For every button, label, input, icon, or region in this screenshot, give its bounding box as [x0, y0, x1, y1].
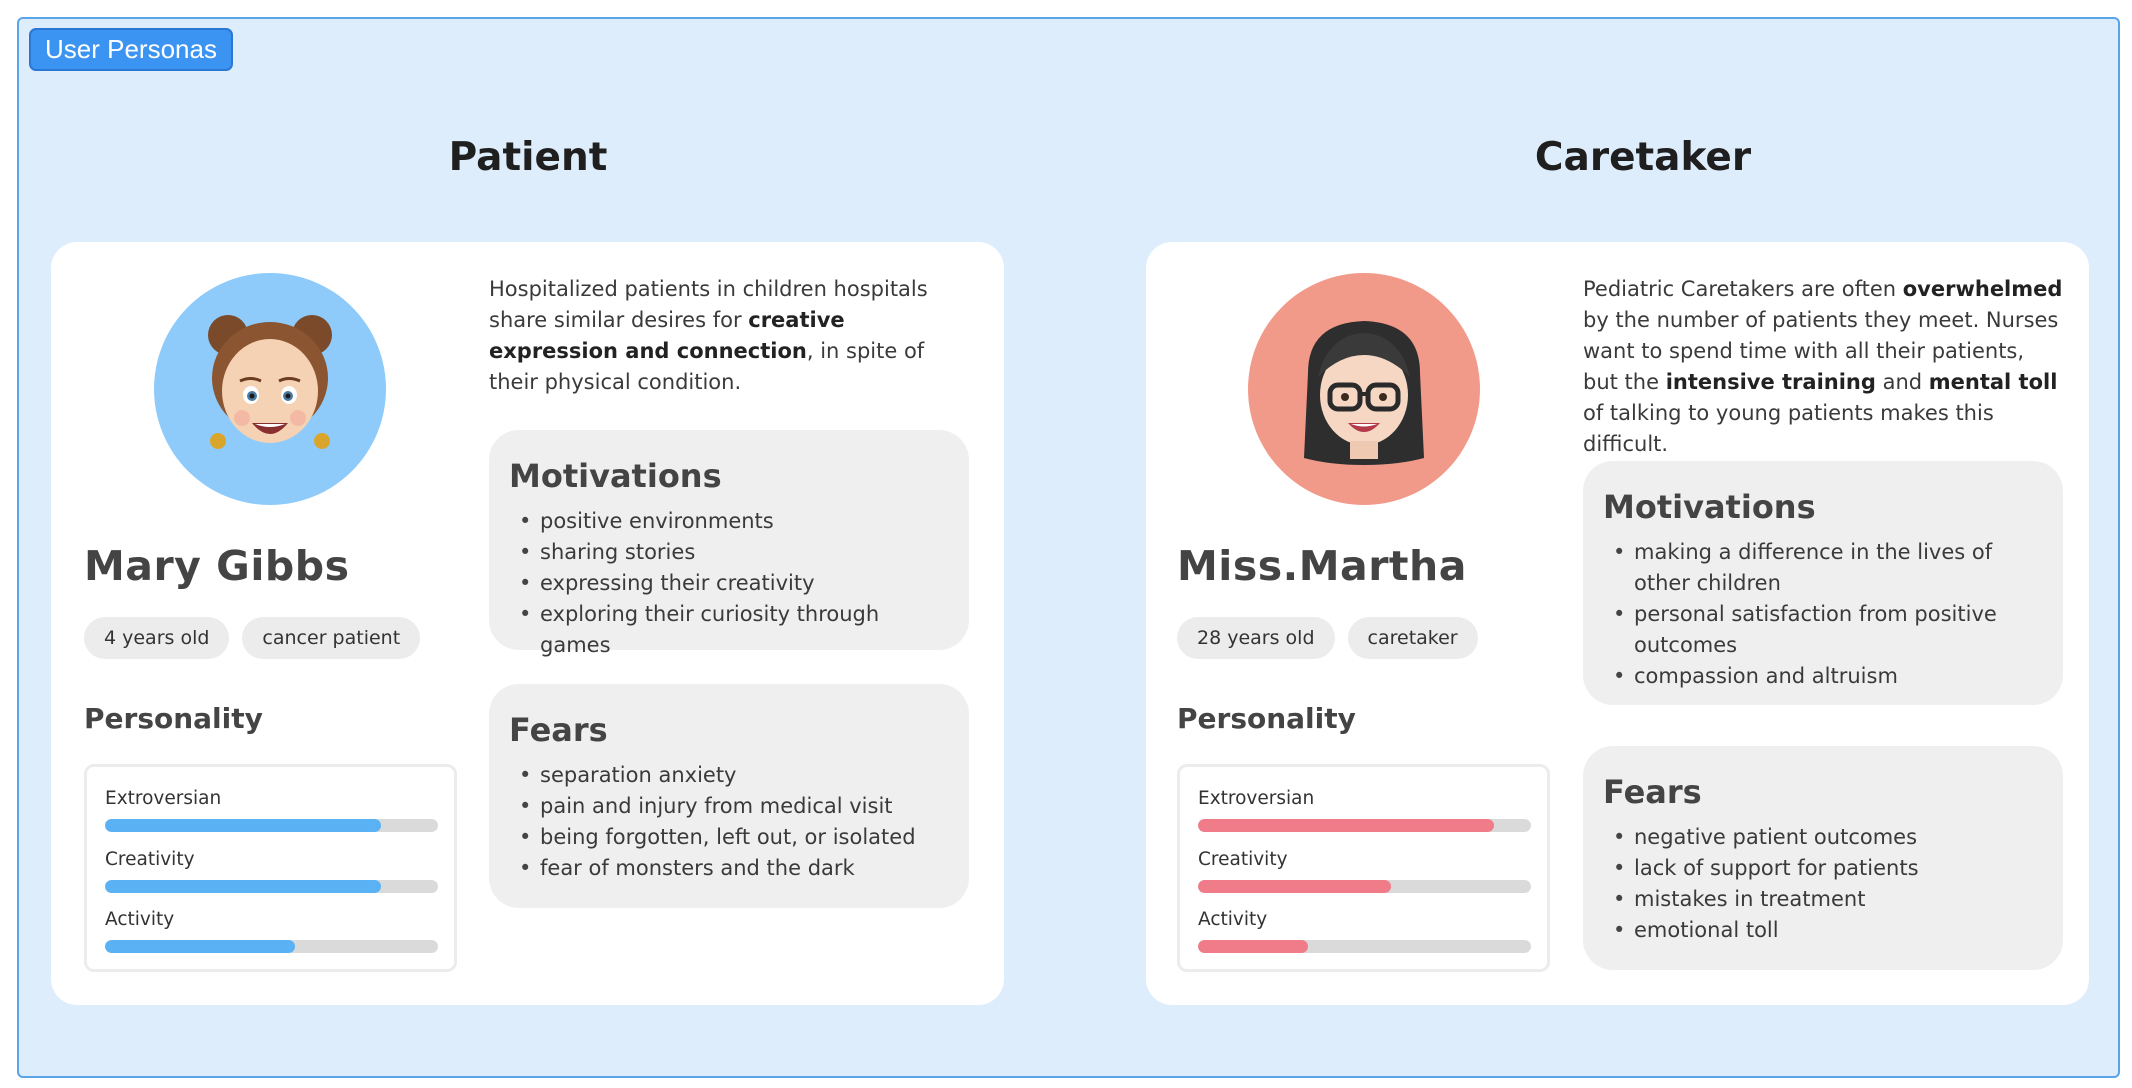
caretaker-name: Miss.Martha	[1177, 542, 1467, 590]
trait-bar-fill	[105, 940, 295, 953]
patient-role-chip: cancer patient	[242, 617, 421, 659]
trait-bar-track	[1198, 940, 1531, 953]
patient-personality-traits: Extroversian Creativity Activity	[84, 764, 457, 972]
girl-memoji-icon	[208, 315, 332, 449]
caretaker-avatar	[1248, 273, 1480, 505]
woman-with-glasses-memoji-icon	[1304, 321, 1424, 465]
description-emphasis: overwhelmed	[1902, 277, 2063, 301]
caretaker-motivations-panel: Motivations making a difference in the l…	[1583, 461, 2063, 705]
motivation-item: positive environments	[509, 506, 949, 537]
trait-bar-fill	[1198, 940, 1308, 953]
description-text: of talking to young patients makes this …	[1583, 401, 1994, 456]
trait-bar-track	[105, 879, 438, 893]
patient-avatar	[154, 273, 386, 505]
fear-item: fear of monsters and the dark	[509, 853, 949, 884]
fear-item: being forgotten, left out, or isolated	[509, 822, 949, 853]
motivation-item: exploring their curiosity through games	[509, 599, 949, 661]
motivations-title: Motivations	[1603, 488, 1816, 526]
motivations-title: Motivations	[509, 457, 722, 495]
patient-personality-heading: Personality	[84, 702, 263, 735]
patient-age-chip: 4 years old	[84, 617, 230, 659]
trait-label: Extroversian	[1198, 788, 1315, 809]
trait-row: Activity	[105, 906, 438, 967]
motivation-item: expressing their creativity	[509, 568, 949, 599]
trait-row: Extroversian	[105, 785, 438, 846]
fears-title: Fears	[509, 711, 608, 749]
trait-bar-fill	[1198, 819, 1495, 832]
description-text: Pediatric Caretakers are often	[1583, 277, 1903, 301]
trait-label: Creativity	[105, 848, 195, 870]
motivation-item: compassion and altruism	[1603, 661, 2043, 692]
trait-bar-track	[1198, 819, 1531, 832]
frame-label[interactable]: User Personas	[29, 28, 233, 71]
trait-row: Creativity	[1198, 846, 1531, 907]
caretaker-age-chip: 28 years old	[1177, 617, 1335, 659]
fear-item: mistakes in treatment	[1603, 884, 2043, 915]
motivation-item: making a difference in the lives of othe…	[1603, 537, 2043, 599]
patient-name: Mary Gibbs	[84, 542, 350, 590]
trait-bar-fill	[105, 819, 382, 832]
caretaker-fears-list: negative patient outcomeslack of support…	[1603, 822, 2043, 946]
trait-label: Creativity	[1198, 848, 1288, 870]
trait-bar-track	[1198, 879, 1531, 893]
motivation-item: sharing stories	[509, 537, 949, 568]
caretaker-section-title: Caretaker	[1534, 135, 1752, 180]
trait-bar-fill	[1198, 879, 1392, 893]
caretaker-chips: 28 years old caretaker	[1177, 617, 1478, 659]
patient-section-title: Patient	[448, 135, 608, 180]
caretaker-role-chip: caretaker	[1347, 617, 1478, 659]
caretaker-card: Miss.Martha 28 years old caretaker Perso…	[1146, 242, 2089, 1005]
caretaker-personality-traits: Extroversian Creativity Activity	[1177, 764, 1550, 972]
description-text: and	[1875, 370, 1929, 394]
fear-item: separation anxiety	[509, 760, 949, 791]
trait-row: Creativity	[105, 846, 438, 907]
caretaker-fears-panel: Fears negative patient outcomeslack of s…	[1583, 746, 2063, 970]
patient-motivations-list: positive environmentssharing storiesexpr…	[509, 506, 949, 661]
patient-description: Hospitalized patients in children hospit…	[489, 274, 969, 398]
trait-label: Extroversian	[105, 788, 222, 809]
motivation-item: personal satisfaction from positive outc…	[1603, 599, 2043, 661]
description-text: Hospitalized patients in children hospit…	[489, 277, 928, 332]
patient-motivations-panel: Motivations positive environmentssharing…	[489, 430, 969, 657]
patient-fears-list: separation anxietypain and injury from m…	[509, 760, 949, 884]
trait-bar-track	[105, 940, 438, 953]
trait-row: Activity	[1198, 906, 1531, 967]
fear-item: pain and injury from medical visit	[509, 791, 949, 822]
trait-label: Activity	[1198, 909, 1268, 930]
fear-item: lack of support for patients	[1603, 853, 2043, 884]
caretaker-motivations-list: making a difference in the lives of othe…	[1603, 537, 2043, 692]
fears-title: Fears	[1603, 773, 1702, 811]
trait-bar-fill	[105, 879, 382, 893]
caretaker-description: Pediatric Caretakers are often overwhelm…	[1583, 274, 2063, 460]
description-emphasis: intensive training	[1665, 370, 1876, 394]
description-emphasis: mental toll	[1928, 370, 2058, 394]
fear-item: emotional toll	[1603, 915, 2043, 946]
fear-item: negative patient outcomes	[1603, 822, 2043, 853]
patient-card: Mary Gibbs 4 years old cancer patient Pe…	[51, 242, 1004, 1005]
trait-bar-track	[105, 819, 438, 832]
trait-label: Activity	[105, 909, 175, 930]
patient-chips: 4 years old cancer patient	[84, 617, 421, 659]
patient-fears-panel: Fears separation anxietypain and injury …	[489, 684, 969, 908]
caretaker-personality-heading: Personality	[1177, 702, 1356, 735]
trait-row: Extroversian	[1198, 785, 1531, 846]
